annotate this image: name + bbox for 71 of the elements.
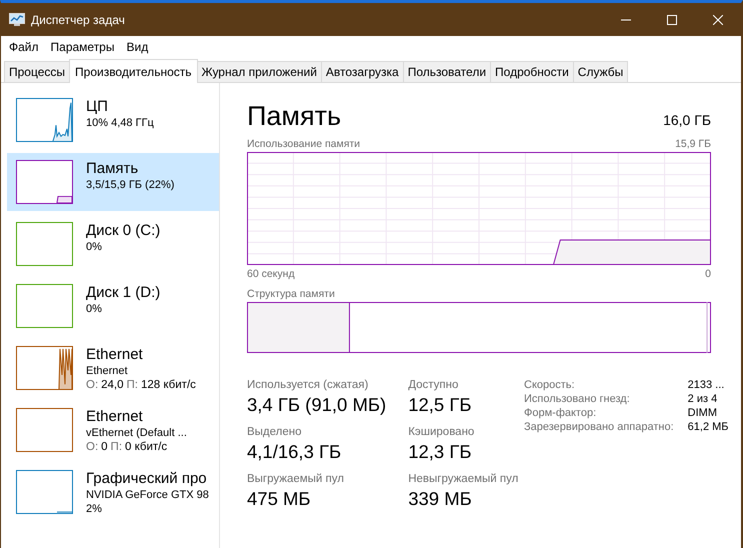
tab[interactable]: Подробности — [490, 61, 574, 82]
item-name: Память — [86, 160, 140, 178]
item-detail: 0% — [86, 302, 103, 316]
sidebar-item[interactable]: Диск 1 (D:) 0% — [7, 277, 219, 335]
tab[interactable]: Журнал приложений — [196, 61, 322, 82]
app-icon — [9, 12, 25, 26]
stat-value: 3,4 ГБ (91,0 МБ) — [247, 394, 386, 416]
item-name: Ethernet — [86, 346, 144, 364]
stat-value: 0 — [101, 440, 108, 454]
item-name: Ethernet — [86, 408, 144, 426]
stat-label: О: — [86, 378, 98, 392]
page-title: Память — [247, 101, 342, 132]
stat-label: Используется (сжатая) — [247, 379, 370, 391]
detail-label: Скорость: — [524, 379, 576, 391]
menu-item[interactable]: Параметры — [44, 40, 120, 54]
sidebar-item[interactable]: Диск 0 (C:) 0% — [7, 215, 219, 273]
tab[interactable]: Службы — [572, 61, 628, 82]
item-detail: 0% — [86, 240, 103, 254]
detail-label: Форм-фактор: — [524, 407, 598, 419]
sidebar-item[interactable]: Память 3,5/15,9 ГБ (22%) — [7, 153, 219, 211]
stat-value: 12,3 ГБ — [408, 441, 472, 463]
stat-label: Выделено — [247, 426, 303, 438]
detail-label: Зарезервировано аппаратно: — [524, 421, 674, 433]
stat-value: 12,5 ГБ — [408, 394, 472, 416]
stat-label: П: — [110, 440, 122, 454]
menu-item[interactable]: Файл — [3, 40, 45, 54]
axis-end-label: 0 — [705, 268, 711, 280]
window-title: Диспетчер задач — [31, 12, 126, 26]
tab[interactable]: Производительность — [69, 59, 198, 83]
item-detail: NVIDIA GeForce GTX 98 — [86, 488, 209, 502]
tab[interactable]: Процессы — [4, 61, 70, 82]
item-name: Графический про — [86, 470, 208, 488]
item-detail: Ethernet — [86, 364, 129, 378]
axis-start-label: 60 секунд — [247, 268, 295, 280]
stat-label: Доступно — [408, 379, 460, 391]
sidebar-item[interactable]: Ethernet Ethernet О: 24,0 П: 128 кбит/с — [7, 339, 219, 397]
stat-label: Выгружаемый пул — [247, 473, 345, 485]
item-detail: 3,5/15,9 ГБ (22%) — [86, 178, 174, 192]
detail-label: Использовано гнезд: — [524, 393, 631, 405]
detail-value: 61,2 МБ — [688, 421, 729, 433]
tab[interactable]: Автозагрузка — [320, 61, 404, 82]
detail-value: 2133 ... — [688, 379, 726, 391]
sidebar-item[interactable]: Ethernet vEthernet (Default ... О: 0 П: 0 кбит/с — [7, 401, 219, 459]
item-name: Диск 0 (C:) — [86, 222, 160, 240]
stat-label: П: — [126, 378, 138, 392]
maximize-icon — [667, 14, 677, 24]
item-detail: vEthernet (Default ... — [86, 426, 187, 440]
item-detail: 10% 4,48 ГГц — [86, 116, 154, 130]
item-detail: 2% — [86, 502, 103, 516]
stat-label: Кэшировано — [408, 426, 476, 438]
detail-value: 2 из 4 — [688, 393, 718, 405]
stat-value: 4,1/16,3 ГБ — [247, 441, 342, 463]
close-icon — [713, 14, 723, 24]
graph-max: 15,9 ГБ — [675, 138, 711, 150]
stat-value: 0 кбит/с — [125, 440, 168, 454]
item-name: ЦП — [86, 98, 109, 116]
composition-label: Структура памяти — [247, 288, 335, 300]
stat-label: О: — [86, 440, 98, 454]
menu-item[interactable]: Вид — [120, 40, 154, 54]
stat-value: 128 кбит/с — [141, 378, 196, 392]
graph-label: Использование памяти — [247, 138, 360, 150]
sidebar-item[interactable]: ЦП 10% 4,48 ГГц — [7, 91, 219, 149]
stat-value: 339 МБ — [408, 488, 473, 510]
detail-value: DIMM — [688, 407, 718, 419]
sidebar-item[interactable]: Графический про NVIDIA GeForce GTX 98 2% — [7, 463, 219, 521]
item-name: Диск 1 (D:) — [86, 284, 160, 302]
stat-label: Невыгружаемый пул — [408, 473, 518, 485]
tab[interactable]: Пользователи — [402, 61, 492, 82]
stat-value: 475 МБ — [247, 488, 312, 510]
stat-value: 24,0 — [101, 378, 124, 392]
total-memory: 16,0 ГБ — [663, 112, 711, 128]
